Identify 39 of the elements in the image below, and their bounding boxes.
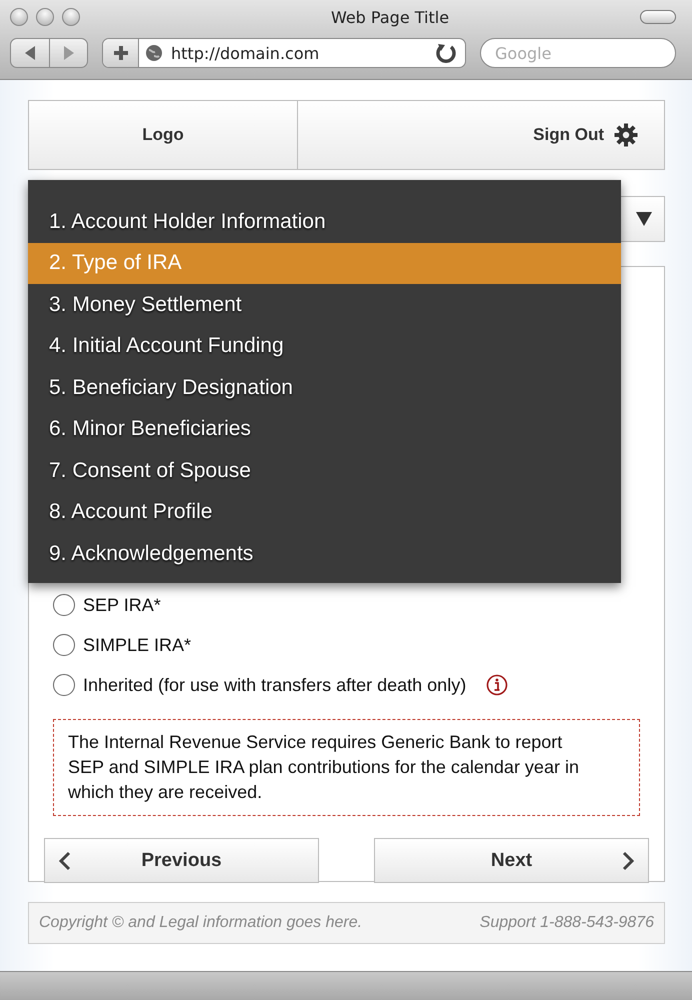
menu-item[interactable]: 3. Money Settlement (28, 284, 621, 326)
option-label: SEP IRA* (83, 594, 161, 616)
address-bar[interactable]: http://domain.com (102, 38, 466, 68)
plus-icon (112, 45, 128, 61)
radio-button[interactable] (53, 594, 75, 616)
previous-button[interactable]: Previous (44, 838, 319, 883)
sign-out-button[interactable]: Sign Out (298, 101, 664, 169)
option-label: Inherited (for use with transfers after death only) (83, 674, 466, 696)
radio-button[interactable] (53, 674, 75, 696)
menu-item[interactable]: 1. Account Holder Information (28, 201, 621, 242)
info-icon[interactable] (486, 674, 508, 696)
add-bookmark-button[interactable] (103, 39, 139, 67)
url-text: http://domain.com (171, 44, 320, 62)
support-phone-text: Support 1-888-543-9876 (480, 914, 654, 932)
option-label: SIMPLE IRA* (83, 634, 192, 656)
radio-button[interactable] (53, 634, 75, 656)
window-control-icon[interactable] (10, 8, 28, 26)
menu-item[interactable]: 8. Account Profile (28, 492, 621, 533)
menu-item[interactable]: 7. Consent of Spouse (28, 450, 621, 492)
search-field[interactable]: Google (480, 38, 676, 68)
dropdown-arrow-icon (636, 212, 652, 226)
window-control-icon[interactable] (62, 8, 80, 26)
reload-icon[interactable] (435, 42, 457, 64)
menu-item[interactable]: 6. Minor Beneficiaries (28, 408, 621, 450)
chevron-right-icon (622, 850, 634, 870)
menu-item[interactable]: 5. Beneficiary Designation (28, 367, 621, 408)
globe-icon (145, 44, 163, 62)
menu-item[interactable]: 9. Acknowledgements (28, 533, 621, 574)
next-button[interactable]: Next (374, 838, 649, 883)
right-triangle-icon (62, 45, 76, 61)
window-control-icon[interactable] (36, 8, 54, 26)
notice-text: The Internal Revenue Service requires Generic Bank to report SEP and SIMPLE IRA plan contributions for the calendar year in which they are received. (53, 719, 640, 816)
toolbar-toggle-icon[interactable] (640, 10, 676, 24)
window-title: Web Page Title (330, 8, 450, 26)
chevron-left-icon (59, 850, 71, 870)
left-triangle-icon (23, 45, 37, 61)
menu-item[interactable]: 4. Initial Account Funding (28, 326, 621, 367)
logo: Logo (29, 101, 298, 169)
legal-text: Copyright © and Legal information goes here. (39, 914, 362, 932)
